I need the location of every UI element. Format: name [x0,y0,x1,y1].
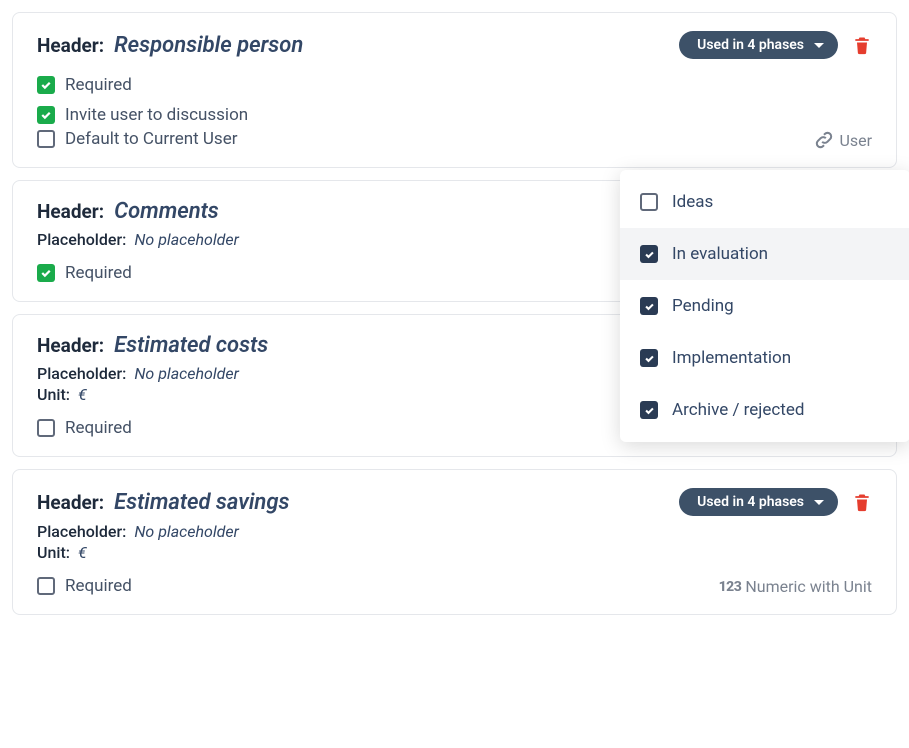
unit-label: Unit: [37,543,70,562]
checkbox-icon [37,76,55,94]
placeholder-value[interactable]: No placeholder [134,364,239,383]
phase-option-label: Implementation [672,348,791,368]
phase-option-label: Pending [672,296,734,316]
placeholder-value[interactable]: No placeholder [134,522,239,541]
phase-option-label: In evaluation [672,244,768,264]
phases-dropdown-trigger[interactable]: Used in 4 phases [679,31,838,59]
checkbox-icon [640,349,658,367]
header-value[interactable]: Estimated savings [114,490,289,515]
phases-pill-label: Used in 4 phases [697,494,804,510]
checkbox-icon [37,264,55,282]
header-label: Header: [37,200,104,223]
phase-option-label: Ideas [672,192,713,212]
field-type-tag: 123 Numeric with Unit [719,577,872,596]
field-type-label: User [839,131,872,150]
unit-label: Unit: [37,385,70,404]
header-label: Header: [37,334,104,357]
checkbox-label: Required [65,418,132,438]
checkbox-icon [640,401,658,419]
checkbox-label: Invite user to discussion [65,105,248,125]
phase-option-archive-rejected[interactable]: Archive / rejected [620,384,909,436]
phase-option-in-evaluation[interactable]: In evaluation [620,228,909,280]
checkbox-icon [640,297,658,315]
invite-user-checkbox-row[interactable]: Invite user to discussion [37,105,872,125]
field-type-tag: User [813,129,872,151]
delete-button[interactable] [852,491,872,513]
header-value[interactable]: Estimated costs [114,333,268,358]
header-value[interactable]: Comments [114,199,219,224]
required-checkbox-row[interactable]: Required [37,75,872,95]
default-current-user-checkbox-row[interactable]: Default to Current User [37,129,872,149]
placeholder-label: Placeholder: [37,522,126,541]
checkbox-icon [640,193,658,211]
header-label: Header: [37,491,104,514]
placeholder-label: Placeholder: [37,230,126,249]
checkbox-icon [37,577,55,595]
checkbox-label: Required [65,263,132,283]
chevron-down-icon [814,43,824,48]
phase-option-ideas[interactable]: Ideas [620,176,909,228]
checkbox-label: Required [65,576,132,596]
unit-value[interactable]: € [78,385,87,404]
numeric-icon: 123 [719,579,742,595]
checkbox-icon [37,106,55,124]
placeholder-label: Placeholder: [37,364,126,383]
phase-option-implementation[interactable]: Implementation [620,332,909,384]
unit-value[interactable]: € [78,543,87,562]
phase-option-pending[interactable]: Pending [620,280,909,332]
checkbox-icon [37,419,55,437]
checkbox-icon [640,245,658,263]
checkbox-label: Required [65,75,132,95]
chevron-down-icon [814,500,824,505]
checkbox-label: Default to Current User [65,129,237,149]
phase-option-label: Archive / rejected [672,400,804,420]
phases-dropdown-menu: Ideas In evaluation Pending Implementati… [620,170,909,442]
field-card-responsible-person: Header: Responsible person Used in 4 pha… [12,12,897,168]
header-value[interactable]: Responsible person [114,33,303,58]
checkbox-icon [37,130,55,148]
placeholder-value[interactable]: No placeholder [134,230,239,249]
header-label: Header: [37,34,104,57]
phases-pill-label: Used in 4 phases [697,37,804,53]
field-type-label: Numeric with Unit [745,577,872,596]
field-card-estimated-savings: Header: Estimated savings Used in 4 phas… [12,469,897,615]
phases-dropdown-trigger[interactable]: Used in 4 phases [679,488,838,516]
link-icon [813,129,835,151]
delete-button[interactable] [852,34,872,56]
